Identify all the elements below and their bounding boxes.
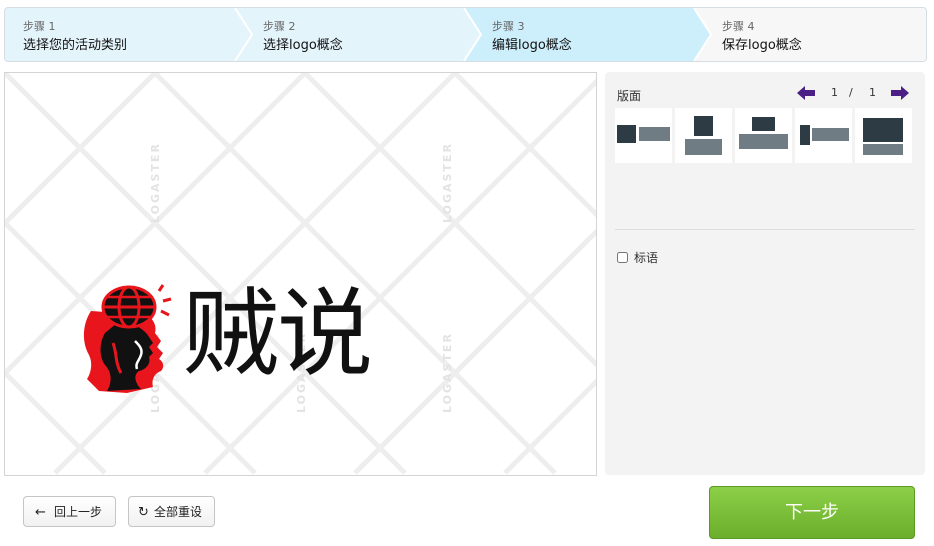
slogan-label: 标语	[634, 251, 659, 265]
step-4-number: 步骤 4	[722, 20, 755, 33]
step-2[interactable]: 步骤 2 选择logo概念	[245, 8, 464, 61]
pager-current: 1	[831, 86, 838, 99]
layout-title: 版面	[617, 89, 642, 103]
progress-steps: 步骤 1 选择您的活动类别 步骤 2 选择logo概念 步骤 3 编辑logo概…	[4, 7, 927, 62]
layout-option-icon-banner[interactable]	[855, 108, 912, 163]
step-3-label: 编辑logo概念	[492, 38, 572, 53]
arrow-left-icon: ←	[35, 505, 46, 520]
watermark-text: LOGASTER	[441, 142, 454, 223]
step-2-label: 选择logo概念	[263, 38, 343, 53]
step-3-number: 步骤 3	[492, 20, 525, 33]
layout-option-icon-left[interactable]	[615, 108, 672, 163]
step-1[interactable]: 步骤 1 选择您的活动类别	[5, 8, 235, 61]
watermark-pattern	[5, 73, 596, 475]
layout-option-icon-top[interactable]	[675, 108, 732, 163]
panel-divider	[615, 229, 915, 230]
next-arrow-icon[interactable]	[891, 86, 909, 100]
refresh-icon: ↻	[138, 505, 149, 520]
watermark-text: LOGASTER	[441, 332, 454, 413]
watermark-text: LOGASTER	[149, 142, 162, 223]
reset-button-label: 全部重设	[154, 505, 203, 519]
step-1-number: 步骤 1	[23, 20, 56, 33]
reset-all-button[interactable]: ↻ 全部重设	[128, 496, 215, 527]
step-4-label: 保存logo概念	[722, 38, 802, 53]
step-2-number: 步骤 2	[263, 20, 296, 33]
pager-separator: /	[849, 86, 853, 99]
layout-option-icon-left-narrow[interactable]	[795, 108, 852, 163]
step-4: 步骤 4 保存logo概念	[704, 8, 926, 61]
step-1-label: 选择您的活动类别	[23, 38, 128, 53]
layout-option-icon-top-wide[interactable]	[735, 108, 792, 163]
layout-pager: 1 / 1	[797, 86, 917, 102]
slogan-option[interactable]: 标语	[617, 249, 658, 266]
slogan-checkbox[interactable]	[617, 252, 628, 263]
back-button[interactable]: ← 回上一步	[23, 496, 116, 527]
logo-text[interactable]: 贼说	[183, 279, 373, 389]
pager-total: 1	[869, 86, 876, 99]
head-globe-icon	[83, 284, 172, 393]
back-button-label: 回上一步	[54, 505, 103, 519]
layout-panel: 版面 1 / 1 标语	[605, 72, 925, 475]
logo-preview-canvas: LOGASTER LOGASTER LOGASTER LOGASTER LOGA…	[4, 72, 597, 476]
step-3[interactable]: 步骤 3 编辑logo概念	[474, 8, 694, 61]
next-step-button[interactable]: 下一步	[709, 486, 915, 539]
prev-arrow-icon[interactable]	[797, 86, 815, 100]
